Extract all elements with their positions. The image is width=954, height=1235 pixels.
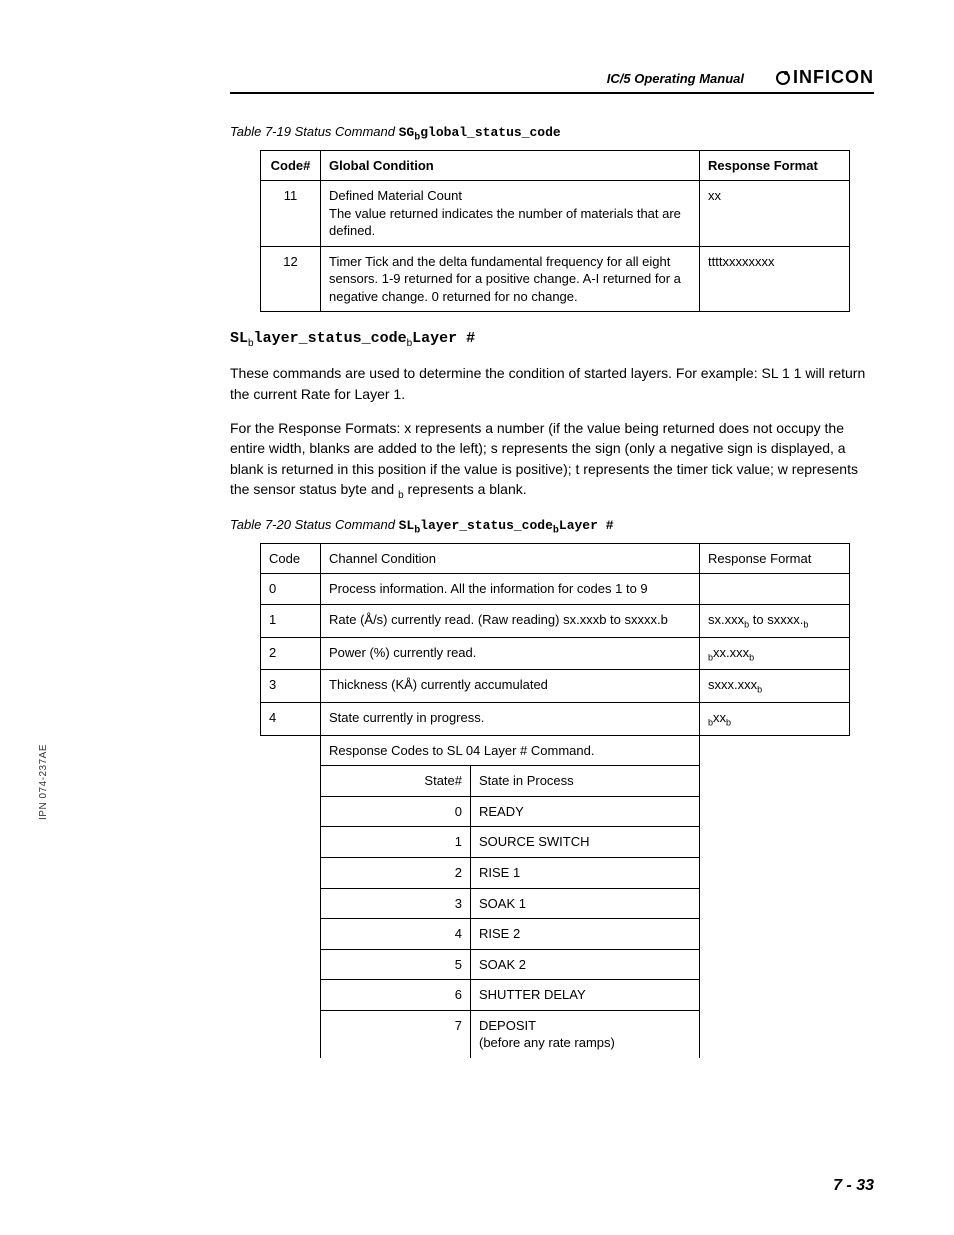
table-row: 1 Rate (Å/s) currently read. (Raw readin… <box>261 604 850 637</box>
cell-code: 11 <box>261 181 321 247</box>
paragraph: These commands are used to determine the… <box>230 363 874 404</box>
inner-state-proc: RISE 1 <box>471 858 700 889</box>
table-row: 2 Power (%) currently read. bxx.xxxb <box>261 637 850 670</box>
col-header-response: Response Format <box>700 150 850 181</box>
heading-code-b: layer_status_code <box>254 330 407 347</box>
cell-code: 1 <box>261 604 321 637</box>
para-text: For the Response Formats: x represents a… <box>230 420 858 497</box>
cell-code: 12 <box>261 246 321 312</box>
resp-text: xx.xxx <box>713 645 749 660</box>
side-label: IPN 074-237AE <box>38 744 49 820</box>
caption-code-c: Layer # <box>559 518 614 533</box>
resp-sub: b <box>749 652 754 662</box>
manual-title: IC/5 Operating Manual <box>607 71 744 86</box>
para-text: represents a blank. <box>404 481 527 497</box>
table-19: Code# Global Condition Response Format 1… <box>260 150 850 313</box>
caption-code: SL <box>399 518 415 533</box>
col-header-condition: Global Condition <box>321 150 700 181</box>
inner-header: Response Codes to SL 04 Layer # Command. <box>321 735 700 766</box>
col-header-code: Code# <box>261 150 321 181</box>
cell-response: sxxx.xxxb <box>700 670 850 703</box>
cell-condition: State currently in progress. <box>321 703 700 736</box>
caption-prefix: Table 7-20 Status Command <box>230 517 399 532</box>
cell-empty <box>261 735 321 1058</box>
inner-state-proc: SOURCE SWITCH <box>471 827 700 858</box>
cell-condition: Process information. All the information… <box>321 574 700 605</box>
caption-code: SG <box>399 125 415 140</box>
cell-condition: Thickness (KÅ) currently accumulated <box>321 670 700 703</box>
resp-text: to sxxxx. <box>749 612 803 627</box>
inner-state-proc: SHUTTER DELAY <box>471 980 700 1011</box>
table-row: 11 Defined Material CountThe value retur… <box>261 181 850 247</box>
cell-empty <box>700 735 850 1058</box>
cell-condition: Timer Tick and the delta fundamental fre… <box>321 246 700 312</box>
inner-state-proc: DEPOSIT(before any rate ramps) <box>471 1010 700 1058</box>
page: IPN 074-237AE IC/5 Operating Manual INFI… <box>0 0 954 1235</box>
heading-code-a: SL <box>230 330 248 347</box>
caption-code-b: global_status_code <box>420 125 560 140</box>
col-header-condition: Channel Condition <box>321 543 700 574</box>
inner-col-state: State# <box>321 766 471 797</box>
inner-state-num: 2 <box>321 858 471 889</box>
inner-state-proc: RISE 2 <box>471 919 700 950</box>
cell-response: bxx.xxxb <box>700 637 850 670</box>
inner-state-num: 6 <box>321 980 471 1011</box>
table-20-caption: Table 7-20 Status Command SLblayer_statu… <box>230 517 874 537</box>
cell-code: 3 <box>261 670 321 703</box>
caption-prefix: Table 7-19 Status Command <box>230 124 399 139</box>
cell-response <box>700 574 850 605</box>
heading-code-c: Layer # <box>412 330 475 347</box>
col-header-response: Response Format <box>700 543 850 574</box>
cell-response: xx <box>700 181 850 247</box>
resp-sub: b <box>757 685 762 695</box>
cell-code: 2 <box>261 637 321 670</box>
brand-logo: INFICON <box>775 67 874 88</box>
table-row: Response Codes to SL 04 Layer # Command. <box>261 735 850 766</box>
inner-state-proc: SOAK 1 <box>471 888 700 919</box>
inner-state-num: 5 <box>321 949 471 980</box>
cell-response: bxxb <box>700 703 850 736</box>
cell-response: sx.xxxb to sxxxx.b <box>700 604 850 637</box>
inner-state-num: 0 <box>321 796 471 827</box>
cell-condition: Defined Material CountThe value returned… <box>321 181 700 247</box>
inner-state-num: 7 <box>321 1010 471 1058</box>
table-20: Code Channel Condition Response Format 0… <box>260 543 850 1058</box>
resp-sub: b <box>726 718 731 728</box>
content-area: Table 7-19 Status Command SG b global_stat… <box>230 124 874 1058</box>
table-row: 12 Timer Tick and the delta fundamental … <box>261 246 850 312</box>
brand-text: INFICON <box>793 67 874 88</box>
paragraph: For the Response Formats: x represents a… <box>230 418 874 503</box>
page-number: 7 - 33 <box>833 1177 874 1195</box>
inner-col-process: State in Process <box>471 766 700 797</box>
page-header: IC/5 Operating Manual INFICON <box>230 60 874 94</box>
col-header-code: Code <box>261 543 321 574</box>
resp-text: sxxx.xxx <box>708 677 757 692</box>
inner-state-num: 1 <box>321 827 471 858</box>
table-row: Code# Global Condition Response Format <box>261 150 850 181</box>
cell-code: 4 <box>261 703 321 736</box>
table-row: Code Channel Condition Response Format <box>261 543 850 574</box>
cell-condition: Rate (Å/s) currently read. (Raw reading)… <box>321 604 700 637</box>
table-19-caption: Table 7-19 Status Command SGbglobal_stat… <box>230 124 874 144</box>
table-row: 3 Thickness (KÅ) currently accumulated s… <box>261 670 850 703</box>
caption-code-b: layer_status_code <box>420 518 553 533</box>
inner-state-proc: READY <box>471 796 700 827</box>
cell-condition: Power (%) currently read. <box>321 637 700 670</box>
cell-response: ttttxxxxxxxx <box>700 246 850 312</box>
section-heading: SLblayer_status_codebLayer # <box>230 330 874 349</box>
cell-code: 0 <box>261 574 321 605</box>
brand-icon <box>775 70 791 86</box>
table-row: 4 State currently in progress. bxxb <box>261 703 850 736</box>
resp-text: sx.xxx <box>708 612 744 627</box>
inner-state-num: 4 <box>321 919 471 950</box>
resp-sub: b <box>803 619 808 629</box>
inner-state-num: 3 <box>321 888 471 919</box>
resp-text: xx <box>713 710 726 725</box>
table-row: 0 Process information. All the informati… <box>261 574 850 605</box>
inner-state-proc: SOAK 2 <box>471 949 700 980</box>
